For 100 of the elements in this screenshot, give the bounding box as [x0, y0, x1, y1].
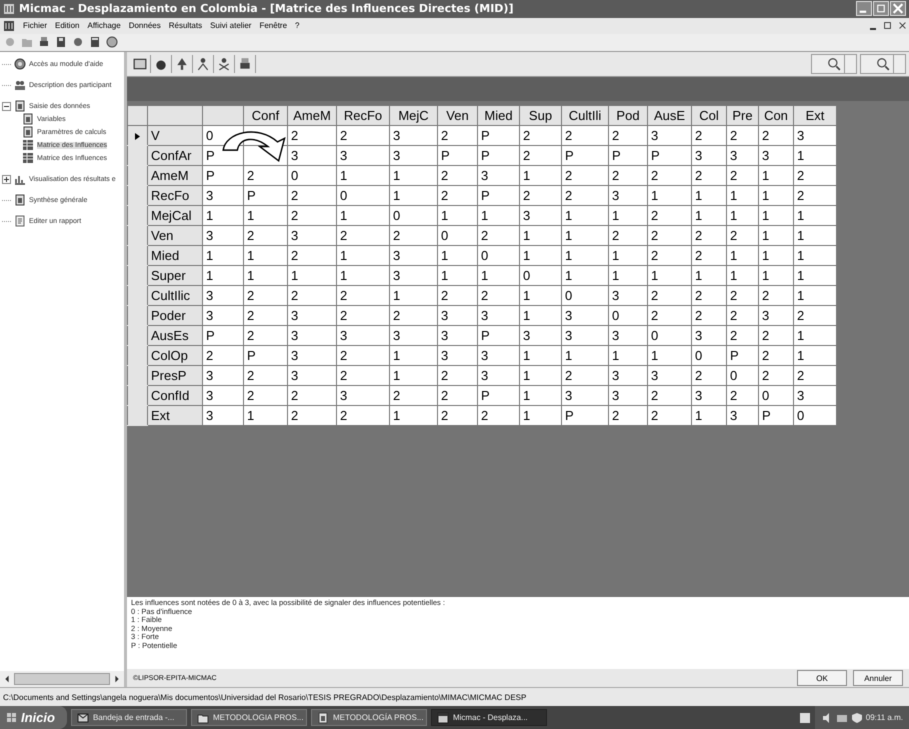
table-cell[interactable]: 3: [441, 328, 448, 343]
column-header[interactable]: Pod: [608, 105, 648, 126]
table-cell[interactable]: 1: [730, 208, 738, 223]
table-cell[interactable]: 2: [797, 308, 804, 323]
table-cell[interactable]: 3: [291, 328, 298, 343]
table-cell[interactable]: 3: [612, 388, 620, 403]
table-cell[interactable]: 1: [481, 268, 488, 283]
table-cell[interactable]: 1: [441, 248, 448, 263]
table-cell[interactable]: 1: [340, 248, 348, 263]
table-cell[interactable]: 3: [651, 128, 658, 143]
table-cell[interactable]: 3: [481, 168, 488, 183]
table-cell[interactable]: 1: [797, 148, 804, 163]
table-cell[interactable]: 3: [481, 308, 488, 323]
table-cell[interactable]: 0: [565, 288, 572, 303]
table-cell[interactable]: 1: [612, 248, 620, 263]
table-cell[interactable]: 2: [441, 388, 448, 403]
table-cell[interactable]: 1: [695, 408, 702, 423]
table-cell[interactable]: 1: [441, 208, 448, 223]
column-header[interactable]: Pre: [726, 105, 758, 126]
table-cell[interactable]: 2: [695, 128, 702, 143]
table-cell[interactable]: 2: [797, 368, 804, 383]
table-cell[interactable]: 1: [651, 348, 658, 363]
column-header[interactable]: Ven: [438, 105, 478, 126]
table-cell[interactable]: 2: [695, 168, 702, 183]
table-cell[interactable]: 2: [565, 188, 572, 203]
taskbar-button[interactable]: METODOLOGÍA PROS...: [310, 709, 427, 726]
table-cell[interactable]: 2: [291, 188, 298, 203]
table-cell[interactable]: 2: [695, 248, 702, 263]
table-cell[interactable]: 2: [762, 348, 770, 363]
table-cell[interactable]: 1: [393, 168, 400, 183]
menu-item[interactable]: Suivi atelier: [210, 21, 252, 30]
table-cell[interactable]: 3: [612, 328, 620, 343]
table-cell[interactable]: 3: [393, 128, 400, 143]
table-cell[interactable]: 2: [565, 168, 572, 183]
table-cell[interactable]: 3: [695, 388, 702, 403]
menu-item[interactable]: Fichier: [23, 21, 48, 30]
table-cell[interactable]: 2: [291, 208, 298, 223]
table-cell[interactable]: 2: [340, 348, 348, 363]
table-cell[interactable]: 1: [481, 208, 488, 223]
table-cell[interactable]: 1: [730, 248, 738, 263]
table-cell[interactable]: 0: [797, 408, 804, 423]
table-cell[interactable]: 2: [340, 368, 348, 383]
column-header[interactable]: RecFo: [336, 105, 390, 126]
table-cell[interactable]: 3: [481, 368, 488, 383]
table-cell[interactable]: 1: [797, 208, 804, 223]
table-cell[interactable]: P: [206, 328, 215, 343]
table-cell[interactable]: 3: [291, 368, 298, 383]
cancel-button[interactable]: Annuler: [853, 670, 903, 686]
table-cell[interactable]: 1: [523, 248, 530, 263]
table-cell[interactable]: 3: [612, 288, 620, 303]
table-cell[interactable]: 3: [291, 228, 298, 243]
table-cell[interactable]: 2: [247, 368, 254, 383]
table-cell[interactable]: 2: [695, 228, 702, 243]
table-cell[interactable]: 0: [206, 128, 214, 143]
row-header[interactable]: V: [151, 128, 160, 143]
table-cell[interactable]: 1: [565, 208, 572, 223]
table-cell[interactable]: 0: [730, 368, 738, 383]
column-header[interactable]: Ext: [794, 105, 836, 126]
table-cell[interactable]: 3: [612, 368, 620, 383]
table-cell[interactable]: 0: [441, 228, 448, 243]
table-cell[interactable]: 1: [797, 348, 804, 363]
menu-item[interactable]: Résultats: [168, 21, 202, 30]
table-cell[interactable]: 2: [291, 288, 298, 303]
table-cell[interactable]: P: [247, 348, 256, 363]
table-cell[interactable]: 1: [247, 268, 254, 283]
column-header[interactable]: Mied: [478, 105, 520, 126]
table-cell[interactable]: 1: [762, 168, 770, 183]
table-cell[interactable]: 1: [523, 408, 530, 423]
table-cell[interactable]: 1: [797, 288, 804, 303]
table-cell[interactable]: 1: [797, 328, 804, 343]
minimize-icon[interactable]: [870, 28, 876, 30]
table-cell[interactable]: 1: [441, 268, 448, 283]
table-cell[interactable]: 3: [291, 348, 298, 363]
table-cell[interactable]: 2: [762, 368, 770, 383]
column-header[interactable]: Sup: [520, 105, 562, 126]
table-cell[interactable]: 3: [291, 148, 298, 163]
table-cell[interactable]: 1: [797, 268, 804, 283]
table-cell[interactable]: 0: [612, 308, 620, 323]
table-cell[interactable]: 2: [730, 168, 738, 183]
menu-item[interactable]: Affichage: [87, 21, 121, 30]
table-cell[interactable]: 2: [523, 148, 530, 163]
table-cell[interactable]: 2: [481, 288, 488, 303]
table-cell[interactable]: 1: [523, 368, 530, 383]
table-cell[interactable]: 1: [523, 308, 530, 323]
table-cell[interactable]: 3: [565, 308, 572, 323]
table-cell[interactable]: 1: [393, 348, 400, 363]
table-cell[interactable]: 1: [393, 288, 400, 303]
column-header[interactable]: Col: [692, 105, 726, 126]
table-cell[interactable]: 1: [730, 188, 738, 203]
table-cell[interactable]: 2: [730, 308, 738, 323]
table-cell[interactable]: 2: [441, 168, 448, 183]
table-cell[interactable]: 2: [291, 408, 298, 423]
table-cell[interactable]: 1: [340, 268, 348, 283]
zoom-out-button[interactable]: [860, 54, 906, 74]
table-cell[interactable]: 2: [340, 408, 348, 423]
table-cell[interactable]: 2: [247, 308, 254, 323]
table-cell[interactable]: P: [481, 188, 490, 203]
table-cell[interactable]: P: [481, 128, 490, 143]
table-cell[interactable]: 0: [762, 388, 770, 403]
table-cell[interactable]: 0: [340, 188, 348, 203]
